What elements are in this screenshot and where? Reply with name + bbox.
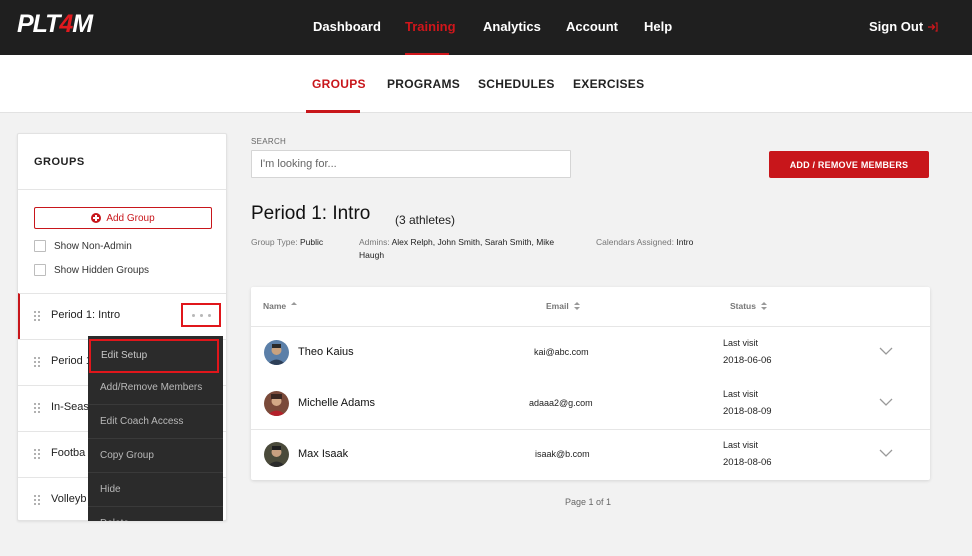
status-label: Last visit (723, 338, 759, 348)
athlete-email: isaak@b.com (535, 449, 590, 459)
avatar (264, 340, 289, 365)
table-row[interactable]: Theo Kaius kai@abc.com Last visit 2018-0… (251, 327, 930, 378)
nav-help[interactable]: Help (644, 19, 672, 34)
calendars-key: Calendars Assigned: (596, 237, 674, 247)
admins-key: Admins: (359, 237, 390, 247)
nav-account[interactable]: Account (566, 19, 618, 34)
more-dots-icon (199, 313, 203, 317)
show-hidden-groups-checkbox[interactable] (34, 264, 46, 276)
calendars-value: Intro (676, 237, 694, 247)
status-date: 2018-06-06 (723, 355, 772, 366)
plus-circle-icon (91, 213, 102, 223)
show-non-admin-checkbox[interactable] (34, 240, 46, 252)
chevron-down-icon[interactable] (879, 449, 893, 458)
show-non-admin-label: Show Non-Admin (54, 240, 132, 252)
tab-exercises[interactable]: EXERCISES (573, 77, 644, 91)
athlete-email: kai@abc.com (534, 347, 589, 357)
athlete-name: Michelle Adams (298, 397, 376, 409)
logo-text-right: M (72, 10, 93, 38)
calendars-info: Calendars Assigned: Intro (596, 236, 693, 249)
group-title: Period 1: Intro (251, 203, 371, 224)
chevron-down-icon[interactable] (879, 398, 893, 407)
show-hidden-groups-toggle[interactable]: Show Hidden Groups (34, 264, 149, 276)
drag-handle-icon[interactable] (34, 495, 40, 505)
menu-item-add-remove-members[interactable]: Add/Remove Members (88, 371, 223, 405)
add-group-button[interactable]: Add Group (34, 207, 212, 229)
sort-icon (573, 301, 580, 311)
plt4m-logo[interactable]: PLT 4 M (17, 10, 93, 38)
status-date: 2018-08-09 (723, 406, 772, 417)
column-header-name[interactable]: Name (263, 301, 298, 311)
tab-schedules[interactable]: SCHEDULES (478, 77, 555, 91)
pagination-label: Page 1 of 1 (565, 497, 612, 507)
group-type-value: Public (300, 237, 324, 247)
group-name: In-Seas (51, 401, 89, 413)
admins-value-line2: Haugh (359, 250, 385, 260)
search-input[interactable] (251, 150, 571, 178)
group-name: Volleyb (51, 493, 87, 505)
search-label: SEARCH (251, 137, 287, 146)
group-options-menu: Edit Setup Add/Remove Members Edit Coach… (88, 336, 223, 521)
sign-out-button[interactable]: Sign Out (869, 19, 938, 34)
sign-out-label: Sign Out (869, 19, 924, 34)
nav-training[interactable]: Training (405, 19, 456, 34)
column-header-email[interactable]: Email (546, 301, 580, 311)
athlete-email: adaaa2@g.com (529, 398, 593, 408)
add-group-label: Add Group (106, 212, 155, 224)
top-nav-bar: PLT 4 M Dashboard Training Analytics Accou… (0, 0, 972, 55)
sort-ascending-icon (291, 301, 298, 311)
sign-out-icon (928, 21, 938, 32)
sort-icon (760, 301, 767, 311)
tab-programs[interactable]: PROGRAMS (387, 77, 460, 91)
drag-handle-icon[interactable] (34, 449, 40, 459)
avatar (264, 391, 289, 416)
tab-active-indicator (306, 110, 360, 113)
nav-analytics[interactable]: Analytics (483, 19, 541, 34)
tab-groups[interactable]: GROUPS (312, 77, 366, 91)
groups-panel-title: GROUPS (34, 156, 85, 168)
group-type-info: Group Type: Public (251, 236, 323, 249)
group-name: Footba (51, 447, 86, 459)
drag-handle-icon[interactable] (34, 357, 40, 367)
athlete-name: Max Isaak (298, 448, 349, 460)
group-item-period-1-intro[interactable]: Period 1: Intro (18, 293, 226, 339)
chevron-down-icon[interactable] (879, 347, 893, 356)
add-remove-members-button[interactable]: ADD / REMOVE MEMBERS (769, 151, 929, 178)
admins-value-line1: Alex Relph, John Smith, Sarah Smith, Mik… (391, 237, 555, 247)
table-row[interactable]: Max Isaak isaak@b.com Last visit 2018-08… (251, 429, 930, 480)
logo-text-left: PLT (17, 10, 60, 38)
menu-item-copy-group[interactable]: Copy Group (88, 439, 223, 473)
sub-nav-bar: GROUPS PROGRAMS SCHEDULES EXERCISES (0, 55, 972, 113)
drag-handle-icon[interactable] (34, 311, 40, 321)
status-label: Last visit (723, 440, 759, 450)
column-header-name-label: Name (263, 301, 287, 311)
admins-info: Admins: Alex Relph, John Smith, Sarah Sm… (359, 236, 589, 262)
group-options-button[interactable] (181, 303, 221, 327)
logo-text-four: 4 (59, 10, 73, 38)
divider (18, 189, 226, 190)
group-name: Period 1 (51, 355, 92, 367)
column-header-email-label: Email (546, 301, 569, 311)
avatar (264, 442, 289, 467)
athlete-name: Theo Kaius (298, 346, 354, 358)
show-hidden-groups-label: Show Hidden Groups (54, 264, 150, 276)
status-date: 2018-08-06 (723, 457, 772, 468)
show-non-admin-toggle[interactable]: Show Non-Admin (34, 240, 132, 252)
status-label: Last visit (723, 389, 759, 399)
menu-item-delete[interactable]: Delete (88, 507, 223, 521)
more-dots-icon (191, 313, 195, 317)
athlete-count: (3 athletes) (395, 213, 456, 227)
menu-item-edit-coach-access[interactable]: Edit Coach Access (88, 405, 223, 439)
group-name: Period 1: Intro (51, 309, 121, 321)
column-header-status[interactable]: Status (730, 301, 767, 311)
members-table: Name Email Status Theo Kaius kai@abc.com… (251, 287, 930, 480)
menu-item-hide[interactable]: Hide (88, 473, 223, 507)
menu-item-edit-setup[interactable]: Edit Setup (89, 339, 219, 373)
more-dots-icon (207, 313, 211, 317)
nav-dashboard[interactable]: Dashboard (313, 19, 381, 34)
column-header-status-label: Status (730, 301, 756, 311)
group-type-key: Group Type: (251, 237, 298, 247)
drag-handle-icon[interactable] (34, 403, 40, 413)
table-row[interactable]: Michelle Adams adaaa2@g.com Last visit 2… (251, 378, 930, 429)
